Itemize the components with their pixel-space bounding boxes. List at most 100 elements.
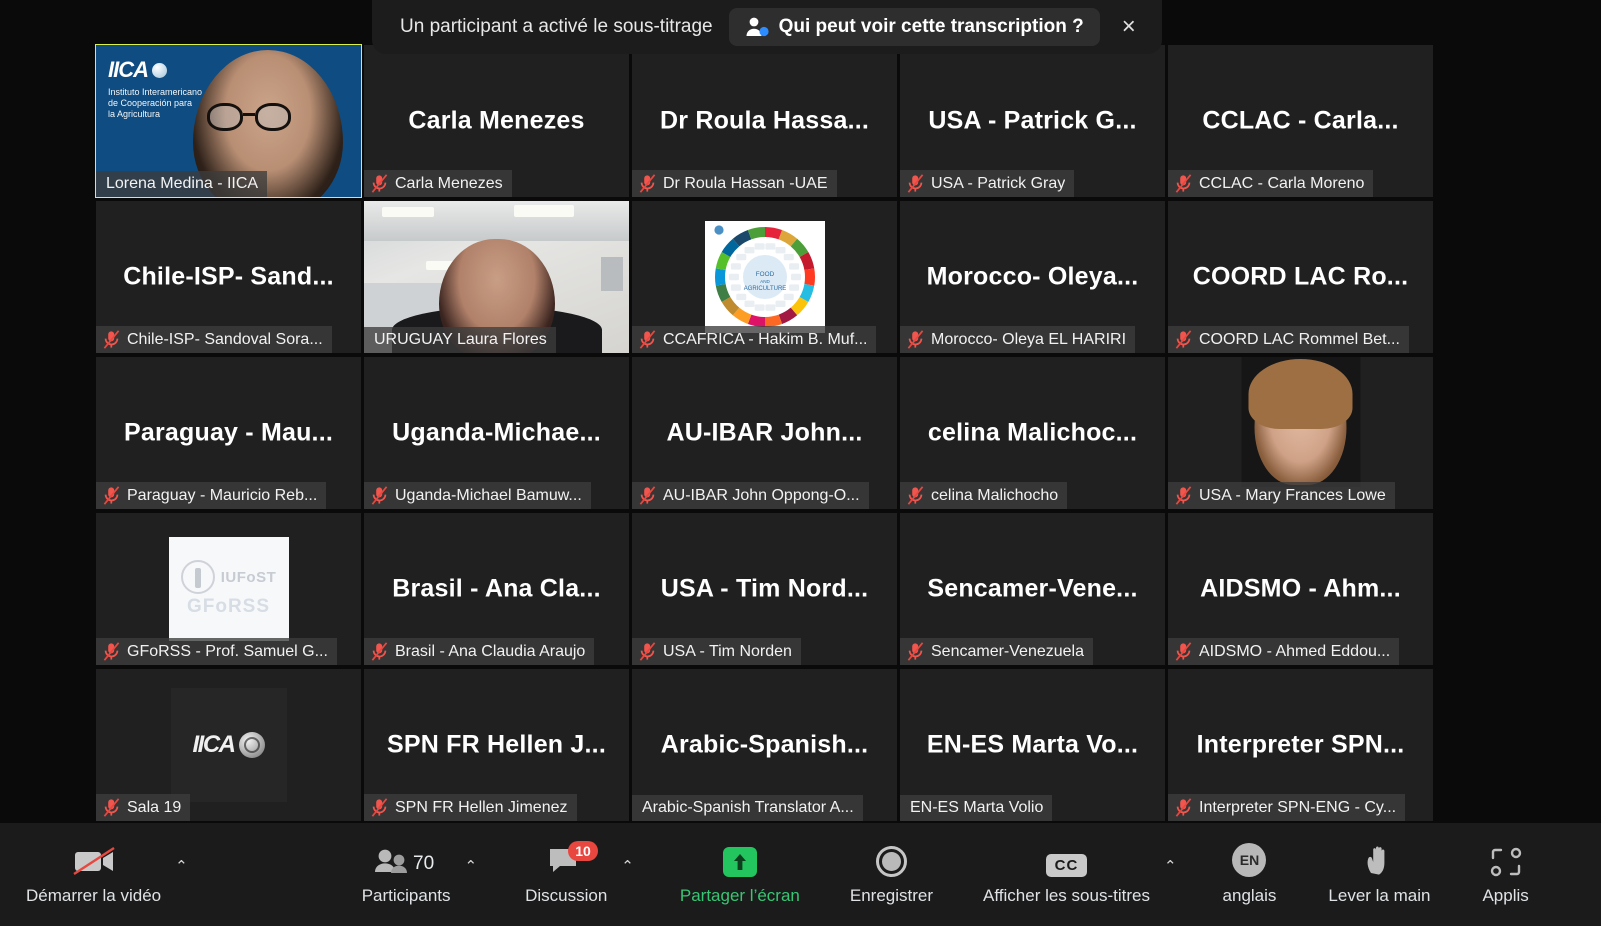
apps-label: Applis <box>1482 886 1529 905</box>
participant-name-badge: USA - Patrick Gray <box>900 170 1075 197</box>
share-screen-icon <box>722 843 757 877</box>
participant-name-badge: Paraguay - Mauricio Reb... <box>96 482 327 509</box>
participant-tile[interactable]: Carla Menezes Carla Menezes <box>364 45 629 197</box>
mic-muted-icon <box>1175 330 1192 349</box>
video-off-icon <box>71 843 117 877</box>
participant-name-label: Morocco- Oleya EL HARIRI <box>931 330 1127 348</box>
raise-hand-button[interactable]: Lever la main <box>1324 823 1434 926</box>
chat-label: Discussion <box>525 886 608 905</box>
mic-muted-icon <box>1175 798 1192 817</box>
fao-food-agriculture-wheel-logo: FOOD AND AGRICULTURE <box>704 221 825 333</box>
participant-name-label: Brasil - Ana Claudia Araujo <box>395 642 586 660</box>
participant-name-label: URUGUAY Laura Flores <box>374 331 547 348</box>
profile-photo <box>1241 357 1360 487</box>
participant-display-name: Brasil - Ana Cla... <box>392 574 601 603</box>
zoom-meeting-window: Un participant a activé le sous-titrage … <box>0 0 1601 926</box>
show-captions-button[interactable]: CC Afficher les sous-titres <box>979 823 1154 926</box>
participant-tile[interactable]: IUFoST GFoRSS GFoRSS - Prof. Samuel G... <box>96 513 361 665</box>
cc-icon: CC <box>1045 843 1088 877</box>
mic-muted-icon <box>639 642 656 661</box>
start-video-label: Démarrer la vidéo <box>26 886 162 905</box>
participant-display-name: CCLAC - Carla... <box>1202 106 1399 135</box>
start-video-button[interactable]: Démarrer la vidéo <box>22 823 165 926</box>
gforss-iufost-logo: IUFoST GFoRSS <box>168 537 289 641</box>
chat-unread-badge: 10 <box>568 841 598 861</box>
participant-tile[interactable]: FOOD AND AGRICULTURE CCAFRICA - Hakim B. Mu… <box>632 201 897 353</box>
participant-tile[interactable]: USA - Patrick G... USA - Patrick Gray <box>900 45 1165 197</box>
participant-tile[interactable]: Brasil - Ana Cla... Brasil - Ana Claudia … <box>364 513 629 665</box>
participant-tile[interactable]: USA - Tim Nord... USA - Tim Norden <box>632 513 897 665</box>
mic-muted-icon <box>907 330 924 349</box>
participant-name-label: Paraguay - Mauricio Reb... <box>127 486 318 504</box>
participant-name-badge: CCLAC - Carla Moreno <box>1168 170 1374 197</box>
participants-button[interactable]: 70 Participants <box>358 823 455 926</box>
svg-text:AGRICULTURE: AGRICULTURE <box>743 286 786 292</box>
chevron-up-icon-video[interactable]: ⌃ <box>175 857 188 875</box>
mic-muted-icon <box>103 798 120 817</box>
person-add-icon <box>745 16 769 38</box>
participant-tile[interactable]: Interpreter SPN... Interpreter SPN-ENG - … <box>1168 669 1433 821</box>
participant-display-name: AIDSMO - Ahm... <box>1200 574 1401 603</box>
mic-muted-icon <box>103 642 120 661</box>
participant-tile[interactable]: Sencamer-Vene... Sencamer-Venezuela <box>900 513 1165 665</box>
participant-name-label: Sala 19 <box>127 798 182 816</box>
participant-display-name: USA - Patrick G... <box>928 106 1137 135</box>
participant-name-label: USA - Tim Norden <box>663 642 792 660</box>
participant-tile[interactable]: AIDSMO - Ahm... AIDSMO - Ahmed Eddou... <box>1168 513 1433 665</box>
mic-muted-icon <box>639 330 656 349</box>
svg-text:70: 70 <box>413 853 434 874</box>
chevron-up-icon-chat[interactable]: ⌃ <box>621 857 634 875</box>
mic-muted-icon <box>639 174 656 193</box>
chat-button[interactable]: 10 Discussion <box>521 823 611 926</box>
participant-display-name: COORD LAC Ro... <box>1192 262 1409 291</box>
participant-grid: IICA Instituto Interamericano de Cooperaci… <box>95 44 1436 823</box>
participant-name-badge: CCAFRICA - Hakim B. Muf... <box>632 326 877 353</box>
participant-tile[interactable]: Morocco- Oleya... Morocco- Oleya EL HARIR… <box>900 201 1165 353</box>
chevron-up-icon-participants[interactable]: ⌃ <box>465 857 478 875</box>
participant-tile[interactable]: IICA Sala 19 <box>96 669 361 821</box>
share-screen-button[interactable]: Partager l’écran <box>676 823 804 926</box>
participant-tile[interactable]: USA - Mary Frances Lowe <box>1168 357 1433 509</box>
mic-muted-icon <box>907 486 924 505</box>
participant-tile[interactable]: COORD LAC Ro... COORD LAC Rommel Bet... <box>1168 201 1433 353</box>
iica-logo: IICA Instituto Interamericano de Cooperaci… <box>108 57 203 119</box>
participant-tile[interactable]: celina Malichoc... celina Malichocho <box>900 357 1165 509</box>
participant-tile[interactable]: Dr Roula Hassa... Dr Roula Hassan -UAE <box>632 45 897 197</box>
participant-display-name: Chile-ISP- Sand... <box>123 262 334 291</box>
participant-tile[interactable]: Paraguay - Mau... Paraguay - Mauricio Reb… <box>96 357 361 509</box>
participant-name-badge: Sencamer-Venezuela <box>900 638 1093 665</box>
apps-button[interactable]: Applis <box>1478 823 1532 926</box>
mic-muted-icon <box>639 486 656 505</box>
mic-muted-icon <box>907 642 924 661</box>
participant-name-badge: Chile-ISP- Sandoval Sora... <box>96 326 332 353</box>
participant-tile[interactable]: Uganda-Michae... Uganda-Michael Bamuw... <box>364 357 629 509</box>
record-button[interactable]: Enregistrer <box>846 823 937 926</box>
language-button[interactable]: EN anglais <box>1219 823 1281 926</box>
participant-name-label: CCLAC - Carla Moreno <box>1199 174 1365 192</box>
banner-pill-label: Qui peut voir cette transcription ? <box>778 16 1084 37</box>
participant-name-label: AIDSMO - Ahmed Eddou... <box>1199 642 1391 660</box>
participant-display-name: Morocco- Oleya... <box>926 262 1139 291</box>
svg-text:FOOD: FOOD <box>755 271 774 278</box>
chevron-up-icon-captions[interactable]: ⌃ <box>1164 857 1177 875</box>
participant-name-label: GFoRSS - Prof. Samuel G... <box>127 642 328 660</box>
participant-display-name: AU-IBAR John... <box>666 418 863 447</box>
participants-icon: 70 <box>373 843 439 877</box>
participant-tile[interactable]: IICA Instituto Interamericano de Cooperaci… <box>95 44 362 198</box>
close-icon[interactable]: × <box>1122 15 1136 39</box>
who-can-see-transcript-button[interactable]: Qui peut voir cette transcription ? <box>728 8 1100 46</box>
participant-tile[interactable]: URUGUAY Laura Flores <box>364 201 629 353</box>
participant-name-label: USA - Patrick Gray <box>931 174 1066 192</box>
participant-tile[interactable]: Chile-ISP- Sand... Chile-ISP- Sandoval So… <box>96 201 361 353</box>
toolbar-participants-group: 70 Participants ⌃ <box>358 823 477 926</box>
participant-tile[interactable]: SPN FR Hellen J... SPN FR Hellen Jimenez <box>364 669 629 821</box>
record-icon <box>875 843 907 877</box>
participant-name-badge: SPN FR Hellen Jimenez <box>364 794 577 821</box>
participant-name-label: COORD LAC Rommel Bet... <box>1199 330 1400 348</box>
participant-tile[interactable]: EN-ES Marta Vo... EN-ES Marta Volio <box>900 669 1165 821</box>
participant-tile[interactable]: CCLAC - Carla... CCLAC - Carla Moreno <box>1168 45 1433 197</box>
participant-tile[interactable]: AU-IBAR John... AU-IBAR John Oppong-O... <box>632 357 897 509</box>
participant-tile[interactable]: Arabic-Spanish... Arabic-Spanish Translat… <box>632 669 897 821</box>
participant-name-label: Uganda-Michael Bamuw... <box>395 486 582 504</box>
participant-name-badge: Interpreter SPN-ENG - Cy... <box>1168 794 1406 821</box>
